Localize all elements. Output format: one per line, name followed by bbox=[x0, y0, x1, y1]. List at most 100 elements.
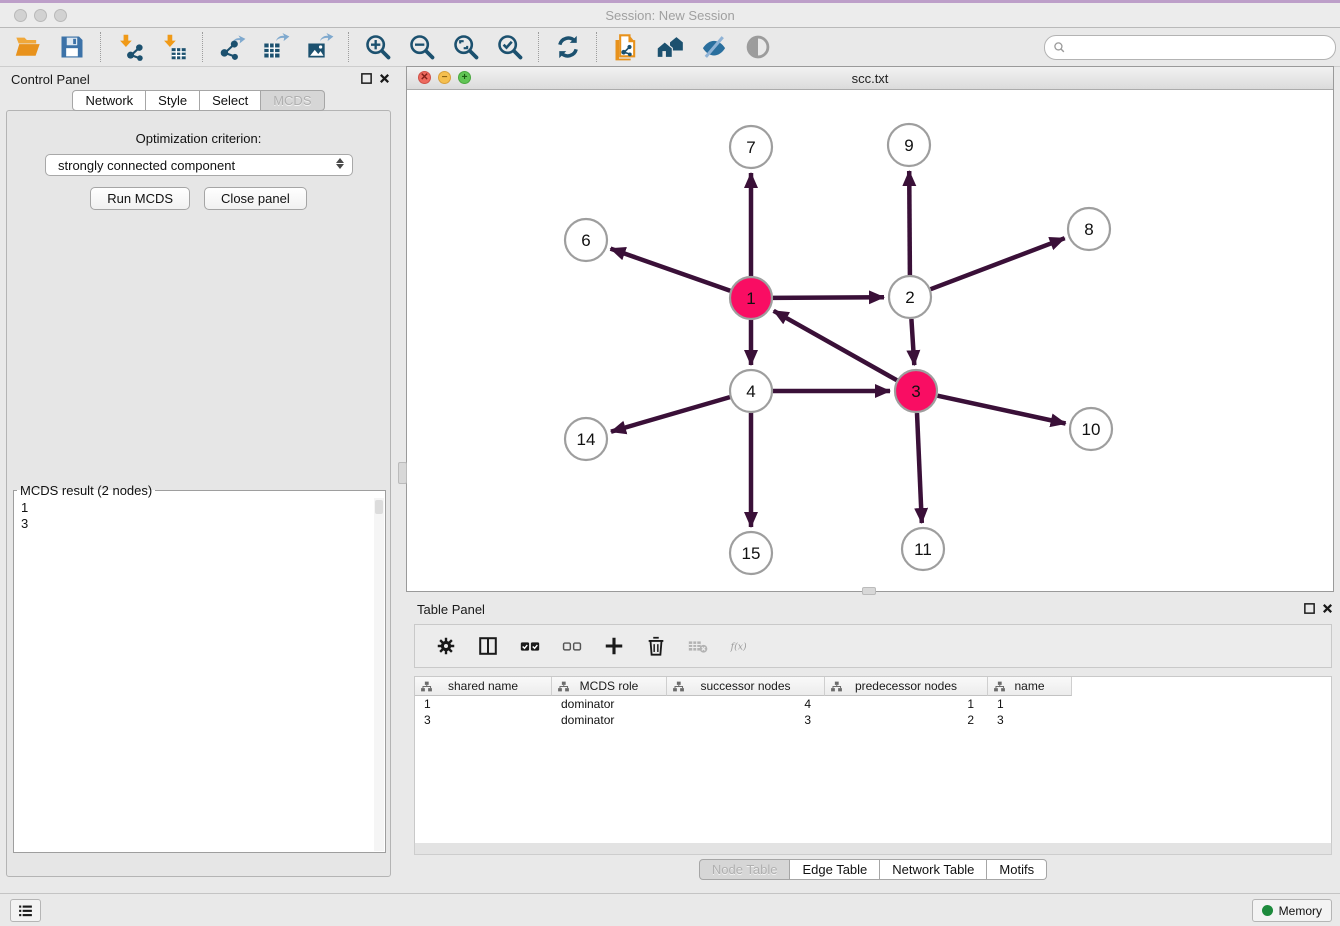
apply-preferred-layout-button[interactable] bbox=[654, 31, 686, 63]
export-table-icon bbox=[262, 33, 290, 61]
column-header-predecessor-nodes[interactable]: predecessor nodes bbox=[825, 677, 988, 696]
node-8[interactable]: 8 bbox=[1068, 208, 1110, 250]
svg-text:1: 1 bbox=[746, 289, 755, 308]
node-6[interactable]: 6 bbox=[565, 219, 607, 261]
zoom-out-button[interactable] bbox=[406, 31, 438, 63]
export-table-button[interactable] bbox=[260, 31, 292, 63]
column-label: name bbox=[1014, 679, 1044, 693]
node-9[interactable]: 9 bbox=[888, 124, 930, 166]
edge-3-11[interactable] bbox=[917, 413, 922, 523]
column-header-shared-name[interactable]: shared name bbox=[415, 677, 552, 696]
tab-style[interactable]: Style bbox=[146, 90, 200, 111]
panel-divider-grip[interactable] bbox=[398, 462, 407, 484]
import-network-button[interactable] bbox=[114, 31, 146, 63]
zoom-selected-button[interactable] bbox=[494, 31, 526, 63]
float-panel-icon[interactable] bbox=[360, 72, 373, 85]
edge-4-14[interactable] bbox=[611, 397, 730, 432]
tab-edge-table[interactable]: Edge Table bbox=[790, 859, 880, 880]
select-all-button[interactable] bbox=[517, 633, 543, 659]
node-14[interactable]: 14 bbox=[565, 418, 607, 460]
run-mcds-button[interactable]: Run MCDS bbox=[90, 187, 190, 210]
import-table-button[interactable] bbox=[158, 31, 190, 63]
table-scrollbar[interactable] bbox=[414, 843, 1332, 855]
delete-table-icon bbox=[687, 635, 709, 657]
svg-text:f(x): f(x) bbox=[730, 641, 747, 652]
save-session-button[interactable] bbox=[56, 31, 88, 63]
task-history-button[interactable] bbox=[10, 899, 41, 922]
edge-2-9[interactable] bbox=[909, 171, 910, 275]
refresh-view-button[interactable] bbox=[552, 31, 584, 63]
node-10[interactable]: 10 bbox=[1070, 408, 1112, 450]
column-label: successor nodes bbox=[700, 679, 790, 693]
close-panel-icon[interactable] bbox=[378, 72, 391, 85]
edge-2-8[interactable] bbox=[931, 238, 1065, 289]
tab-node-table[interactable]: Node Table bbox=[699, 859, 791, 880]
memory-label: Memory bbox=[1279, 904, 1322, 918]
node-11[interactable]: 11 bbox=[902, 528, 944, 570]
svg-text:15: 15 bbox=[742, 544, 761, 563]
node-7[interactable]: 7 bbox=[730, 126, 772, 168]
zoom-fit-button[interactable] bbox=[450, 31, 482, 63]
export-image-icon bbox=[306, 33, 334, 61]
panel-divider-grip[interactable] bbox=[862, 587, 876, 595]
zoom-in-button[interactable] bbox=[362, 31, 394, 63]
export-image-button[interactable] bbox=[304, 31, 336, 63]
bird-eye-view-button[interactable] bbox=[742, 31, 774, 63]
hide-graphics-details-button[interactable] bbox=[698, 31, 730, 63]
column-header-successor-nodes[interactable]: successor nodes bbox=[667, 677, 825, 696]
column-header-name[interactable]: name bbox=[988, 677, 1072, 696]
toolbar-separator bbox=[100, 32, 102, 62]
export-network-button[interactable] bbox=[216, 31, 248, 63]
toggle-column-panel-button[interactable] bbox=[475, 633, 501, 659]
zoom-selected-icon bbox=[496, 33, 524, 61]
bird-eye-icon bbox=[744, 33, 772, 61]
close-panel-button[interactable]: Close panel bbox=[204, 187, 307, 210]
search-input[interactable] bbox=[1070, 38, 1335, 58]
edge-1-6[interactable] bbox=[611, 249, 731, 291]
toolbar-separator bbox=[348, 32, 350, 62]
table-row[interactable]: 3dominator323 bbox=[415, 712, 1331, 728]
tab-select[interactable]: Select bbox=[200, 90, 261, 111]
add-row-button[interactable] bbox=[601, 633, 627, 659]
edge-3-1[interactable] bbox=[774, 311, 897, 380]
deselect-all-button[interactable] bbox=[559, 633, 585, 659]
node-1[interactable]: 1 bbox=[730, 277, 772, 319]
column-label: MCDS role bbox=[580, 679, 639, 693]
mcds-result-list[interactable]: 13 bbox=[14, 498, 385, 852]
function-builder-button[interactable]: f(x) bbox=[727, 633, 767, 659]
column-header-MCDS-role[interactable]: MCDS role bbox=[552, 677, 667, 696]
node-4[interactable]: 4 bbox=[730, 370, 772, 412]
edge-3-10[interactable] bbox=[938, 396, 1066, 424]
delete-selected-button[interactable] bbox=[643, 633, 669, 659]
network-window-title: scc.txt bbox=[407, 71, 1333, 86]
table-panel-header: Table Panel bbox=[406, 596, 1340, 622]
window-titlebar: Session: New Session bbox=[0, 0, 1340, 28]
control-panel-header: Control Panel bbox=[0, 66, 397, 92]
edge-2-3[interactable] bbox=[911, 319, 914, 365]
dropdown-chevrons-icon bbox=[336, 158, 344, 169]
export-network-icon bbox=[218, 33, 246, 61]
tab-mcds[interactable]: MCDS bbox=[261, 90, 324, 111]
table-cell: 3 bbox=[415, 712, 552, 728]
edge-1-2[interactable] bbox=[773, 297, 884, 298]
network-graph[interactable]: 7 9 6 8 1 2 4 3 14 10 15 11 bbox=[407, 89, 1333, 591]
result-scrollbar[interactable] bbox=[374, 498, 384, 851]
tab-network-table[interactable]: Network Table bbox=[880, 859, 987, 880]
import-table-icon bbox=[160, 33, 188, 61]
float-panel-icon[interactable] bbox=[1303, 602, 1316, 615]
delete-table-button[interactable] bbox=[685, 633, 711, 659]
clone-network-button[interactable] bbox=[610, 31, 642, 63]
hierarchy-icon bbox=[672, 680, 685, 693]
table-panel-title: Table Panel bbox=[417, 602, 485, 617]
tab-motifs[interactable]: Motifs bbox=[987, 859, 1047, 880]
node-2[interactable]: 2 bbox=[889, 276, 931, 318]
open-session-button[interactable] bbox=[12, 31, 44, 63]
memory-button[interactable]: Memory bbox=[1252, 899, 1332, 922]
table-settings-button[interactable] bbox=[433, 633, 459, 659]
criterion-dropdown[interactable]: strongly connected component bbox=[45, 154, 353, 176]
table-row[interactable]: 1dominator411 bbox=[415, 696, 1331, 712]
node-3[interactable]: 3 bbox=[895, 370, 937, 412]
node-15[interactable]: 15 bbox=[730, 532, 772, 574]
close-panel-icon[interactable] bbox=[1321, 602, 1334, 615]
tab-network[interactable]: Network bbox=[72, 90, 146, 111]
